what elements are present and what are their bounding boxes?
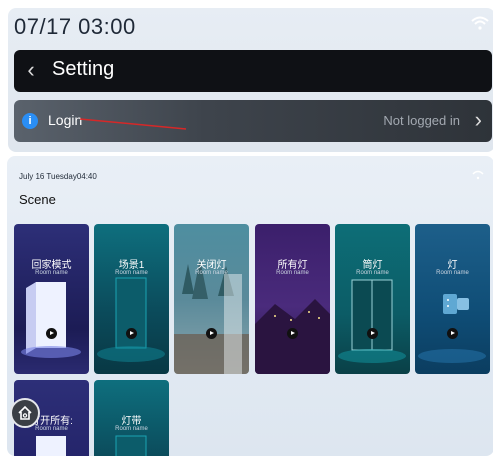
scene-card-title: 回家模式: [31, 260, 72, 271]
play-icon[interactable]: [206, 328, 217, 339]
scene-title: Scene: [19, 192, 56, 207]
door-illustration: [97, 277, 165, 362]
scene-card-subtitle: Room name: [115, 426, 148, 432]
page-title: Setting: [52, 58, 115, 80]
scene-card-subtitle: Room name: [115, 270, 148, 276]
login-status: Not logged in: [383, 113, 460, 128]
play-icon[interactable]: [46, 328, 57, 339]
scene-card-title: 所有灯: [277, 260, 308, 271]
scene-card[interactable]: 筒灯 Room name: [335, 224, 410, 374]
scene-card[interactable]: 回家模式 Room name: [14, 224, 89, 374]
elevator-illustration: [338, 279, 406, 363]
scene-card-subtitle: Room name: [35, 270, 68, 276]
scene-card-title: 灯: [447, 260, 458, 271]
scene-card-subtitle: Room name: [195, 270, 228, 276]
home-icon: [18, 405, 32, 420]
scene-card-subtitle: Room name: [436, 270, 469, 276]
clock-time: 07/17 03:00: [14, 14, 136, 39]
scene-card-subtitle: Room name: [356, 270, 389, 276]
header-bar: ‹ Setting: [14, 50, 492, 92]
scene-card-title: 关闭灯: [196, 260, 227, 271]
play-icon[interactable]: [126, 328, 137, 339]
scene-card[interactable]: 所有灯 Room name: [255, 224, 330, 374]
settings-panel: 07/17 03:00 ‹ Setting i Login Not logged…: [8, 8, 493, 152]
login-label: Login: [48, 112, 83, 128]
login-row[interactable]: i Login Not logged in ›: [14, 100, 492, 142]
scene-card[interactable]: 关闭灯 Room name: [174, 224, 249, 374]
window-illustration: [174, 259, 249, 374]
scene-card-subtitle: Room name: [276, 270, 309, 276]
scene-card-title: 灯带: [121, 416, 142, 427]
scene-card[interactable]: 场景1 Room name: [94, 224, 169, 374]
door-illustration: [21, 282, 81, 358]
switch-illustration: [418, 294, 486, 363]
play-icon[interactable]: [367, 328, 378, 339]
scene-card-title: 筒灯: [362, 260, 383, 271]
scene-card[interactable]: 灯带 Room name: [94, 380, 169, 456]
wifi-icon: [472, 170, 484, 180]
scene-card-title: 场景1: [118, 260, 145, 271]
play-icon[interactable]: [447, 328, 458, 339]
scene-panel: July 16 Tuesday04:40 Scene 回家模式 Room nam…: [7, 156, 493, 456]
wifi-icon: [471, 16, 489, 30]
play-icon[interactable]: [287, 328, 298, 339]
info-icon: i: [22, 113, 38, 129]
date-label: July 16 Tuesday04:40: [19, 172, 97, 181]
landscape-illustration: [255, 299, 330, 374]
scene-card[interactable]: 灯 Room name: [415, 224, 490, 374]
home-button[interactable]: [10, 398, 40, 428]
chevron-right-icon[interactable]: ›: [475, 108, 482, 132]
chevron-left-icon[interactable]: ‹: [22, 58, 40, 82]
